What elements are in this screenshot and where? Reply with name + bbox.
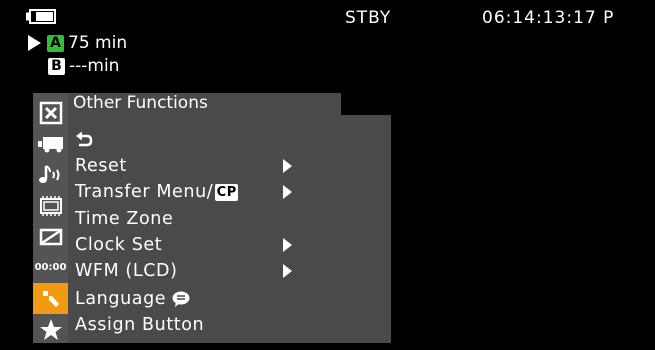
slot-a-remaining: 75 min <box>68 33 128 53</box>
menu-item-assign-button[interactable]: Assign Button <box>75 313 204 337</box>
sidebar-item-timecode[interactable]: 00:00 <box>33 252 68 283</box>
recording-status: STBY <box>345 8 392 28</box>
sidebar-item-camera[interactable] <box>33 128 68 159</box>
menu-item-back[interactable] <box>75 127 93 151</box>
sidebar-item-audio[interactable] <box>33 159 68 190</box>
chevron-right-icon <box>283 185 292 199</box>
display-setup-icon <box>39 195 62 216</box>
sidebar-item-favorites[interactable] <box>33 314 68 345</box>
menu-item-reset[interactable]: Reset <box>75 154 127 178</box>
timecode-icon: 00:00 <box>34 262 67 273</box>
star-icon <box>39 318 62 340</box>
play-arrow-icon <box>28 35 41 51</box>
menu-item-label: Time Zone <box>75 209 174 229</box>
menu-item-label: Transfer Menu/ <box>75 182 214 202</box>
menu-category-sidebar: 00:00 <box>33 93 68 343</box>
sidebar-item-close[interactable] <box>33 97 68 128</box>
menu-item-label: Assign Button <box>75 315 205 335</box>
cp-badge: CP <box>215 183 239 201</box>
close-box-icon <box>39 101 62 124</box>
audio-icon <box>38 164 59 183</box>
chevron-right-icon <box>283 264 292 278</box>
slot-b-badge: B <box>48 57 65 75</box>
slot-b-remaining: ---min <box>69 56 120 76</box>
menu-item-language[interactable]: Language <box>75 287 190 311</box>
timecode-display: 06:14:13:17 P <box>482 8 615 28</box>
slot-a-row: A 75 min <box>28 33 127 53</box>
recording-media-icon <box>39 228 62 245</box>
menu-item-time-zone[interactable]: Time Zone <box>75 207 173 231</box>
wrench-icon <box>42 290 59 307</box>
menu-item-label: Language <box>75 289 167 309</box>
battery-icon <box>26 9 56 24</box>
slot-b-row: B ---min <box>48 56 119 76</box>
sidebar-item-other-functions[interactable] <box>33 283 68 314</box>
menu-item-label: WFM (LCD) <box>75 261 178 281</box>
sidebar-item-recording-media[interactable] <box>33 221 68 252</box>
slot-a-badge: A <box>47 34 64 52</box>
chevron-right-icon <box>283 159 292 173</box>
menu-item-wfm-lcd[interactable]: WFM (LCD) <box>75 259 178 283</box>
speech-bubble-icon <box>172 291 190 307</box>
sidebar-item-display-setup[interactable] <box>33 190 68 221</box>
back-arrow-icon <box>76 131 93 147</box>
menu-item-transfer-menu[interactable]: Transfer Menu/ CP <box>75 180 239 204</box>
menu-item-clock-set[interactable]: Clock Set <box>75 233 162 257</box>
chevron-right-icon <box>283 238 292 252</box>
menu-item-label: Reset <box>75 156 127 176</box>
menu-item-label: Clock Set <box>75 235 163 255</box>
menu-title: Other Functions <box>73 93 208 113</box>
camera-icon <box>37 136 63 152</box>
